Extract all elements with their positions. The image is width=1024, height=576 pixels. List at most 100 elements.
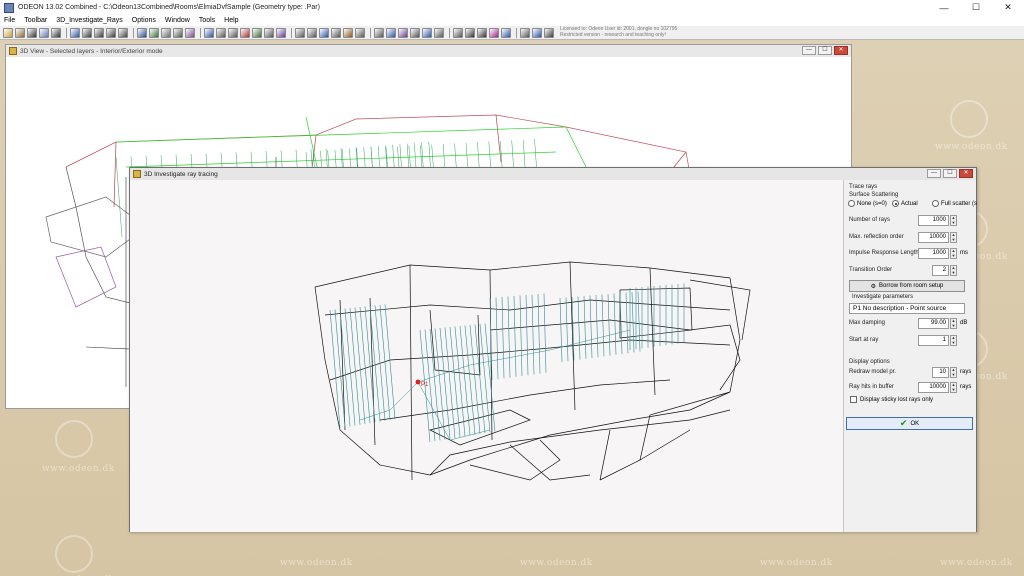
redraw-input[interactable]: 10 <box>932 367 949 378</box>
scatter-full-radio[interactable] <box>932 200 939 207</box>
ray-hits-input[interactable]: 10000 <box>918 382 949 393</box>
source-select[interactable]: P1 No description - Point source <box>849 303 965 314</box>
raytrace-wireframe[interactable]: P1 <box>130 180 843 532</box>
start-ray-spinner[interactable]: ▲ ▼ <box>950 335 957 346</box>
transition-order-spinner[interactable]: ▲ ▼ <box>950 265 957 276</box>
toolbar-button[interactable] <box>434 27 444 38</box>
scatter-actual-option[interactable]: Actual <box>892 200 918 207</box>
minimize-button[interactable]: — <box>928 0 960 15</box>
toolbar-button[interactable] <box>51 27 61 38</box>
toolbar-button[interactable] <box>252 27 262 38</box>
toolbar-button[interactable] <box>264 27 274 38</box>
toolbar-button[interactable] <box>27 27 37 38</box>
max-damping-label: Max damping <box>849 320 886 326</box>
impulse-length-input[interactable]: 1000 <box>918 248 949 259</box>
toolbar-button[interactable] <box>386 27 396 38</box>
scatter-actual-radio[interactable] <box>892 200 899 207</box>
menu-help[interactable]: Help <box>224 17 238 24</box>
toolbar-button[interactable] <box>307 27 317 38</box>
toolbar-button[interactable] <box>374 27 384 38</box>
toolbar-button[interactable] <box>398 27 408 38</box>
toolbar-button[interactable] <box>161 27 171 38</box>
close-button[interactable]: ✕ <box>992 0 1024 15</box>
start-ray-input[interactable]: 1 <box>918 335 949 346</box>
toolbar-button[interactable] <box>70 27 80 38</box>
window-3d-view-titlebar[interactable]: 3D View - Selected layers - Interior/Ext… <box>6 45 851 57</box>
scatter-none-option[interactable]: None (s=0) <box>848 200 887 207</box>
sticky-rays-option[interactable]: Display sticky lost rays only <box>850 396 933 403</box>
toolbar-button[interactable] <box>240 27 250 38</box>
toolbar-button[interactable] <box>319 27 329 38</box>
menu-3d-investigate-rays[interactable]: 3D_Investigate_Rays <box>56 17 123 24</box>
menu-options[interactable]: Options <box>132 17 156 24</box>
toolbar-button[interactable] <box>204 27 214 38</box>
scatter-none-radio[interactable] <box>848 200 855 207</box>
raytrace-minimize-button[interactable]: — <box>927 169 941 178</box>
menu-file[interactable]: File <box>4 17 15 24</box>
reflector-slat-line <box>519 295 523 377</box>
toolbar-button[interactable] <box>149 27 159 38</box>
toolbar-button[interactable] <box>15 27 25 38</box>
toolbar-button[interactable] <box>453 27 463 38</box>
toolbar-button[interactable] <box>343 27 353 38</box>
toolbar-button[interactable] <box>465 27 475 38</box>
toolbar-button[interactable] <box>295 27 305 38</box>
toolbar-button[interactable] <box>106 27 116 38</box>
toolbar-button[interactable] <box>355 27 365 38</box>
max-damping-input[interactable]: 99.00 <box>918 318 949 329</box>
menu-tools[interactable]: Tools <box>199 17 215 24</box>
main-toolbar: Licensed to: Odeon User id: 2001, dongle… <box>0 26 1024 40</box>
view3d-minimize-button[interactable]: — <box>802 46 816 55</box>
toolbar-button[interactable] <box>410 27 420 38</box>
raytrace-canvas[interactable]: P1 <box>130 180 843 532</box>
toolbar-button[interactable] <box>477 27 487 38</box>
toolbar-separator <box>66 27 67 38</box>
raytrace-maximize-button[interactable]: ☐ <box>943 169 957 178</box>
menu-window[interactable]: Window <box>165 17 190 24</box>
toolbar-button[interactable] <box>331 27 341 38</box>
menu-toolbar[interactable]: Toolbar <box>24 17 47 24</box>
toolbar-button[interactable] <box>3 27 13 38</box>
num-rays-input[interactable]: 1000 <box>918 215 949 226</box>
toolbar-button[interactable] <box>228 27 238 38</box>
borrow-from-room-setup-button[interactable]: ⚙ Borrow from room setup <box>849 280 965 292</box>
redraw-spinner[interactable]: ▲ ▼ <box>950 367 957 378</box>
transition-order-input[interactable]: 2 <box>932 265 949 276</box>
reflector-slat-line <box>595 294 599 358</box>
impulse-length-spinner[interactable]: ▲ ▼ <box>950 248 957 259</box>
toolbar-button[interactable] <box>39 27 49 38</box>
odeon-logo-watermark <box>55 535 93 573</box>
toolbar-button[interactable] <box>501 27 511 38</box>
toolbar-button[interactable] <box>82 27 92 38</box>
toolbar-button[interactable] <box>137 27 147 38</box>
max-reflection-spinner[interactable]: ▲ ▼ <box>950 232 957 243</box>
raytrace-close-button[interactable]: ✕ <box>959 169 973 178</box>
num-rays-spinner[interactable]: ▲ ▼ <box>950 215 957 226</box>
max-reflection-input[interactable]: 10000 <box>918 232 949 243</box>
redraw-label: Redraw model pr. <box>849 369 897 375</box>
view3d-maximize-button[interactable]: ☐ <box>818 46 832 55</box>
scatter-full-option[interactable]: Full scatter (s <box>932 200 977 207</box>
window-ray-tracing[interactable]: 3D Investigate ray tracing — ☐ ✕ P1 Trac… <box>129 167 977 532</box>
toolbar-button[interactable] <box>422 27 432 38</box>
max-damping-spinner[interactable]: ▲ ▼ <box>950 318 957 329</box>
toolbar-button[interactable] <box>520 27 530 38</box>
ok-button[interactable]: ✔ OK <box>846 417 973 430</box>
toolbar-button[interactable] <box>173 27 183 38</box>
toolbar-button[interactable] <box>118 27 128 38</box>
window-ray-tracing-titlebar[interactable]: 3D Investigate ray tracing — ☐ ✕ <box>130 168 976 180</box>
toolbar-button[interactable] <box>185 27 195 38</box>
toolbar-button[interactable] <box>276 27 286 38</box>
sticky-rays-checkbox[interactable] <box>850 396 857 403</box>
maximize-button[interactable]: ☐ <box>960 0 992 15</box>
view3d-close-button[interactable]: ✕ <box>834 46 848 55</box>
reflector-slats <box>329 283 685 443</box>
toolbar-button[interactable] <box>544 27 554 38</box>
ray-hits-spinner[interactable]: ▲ ▼ <box>950 382 957 393</box>
toolbar-button[interactable] <box>94 27 104 38</box>
source-select-value: P1 No description - Point source <box>853 305 947 312</box>
toolbar-button[interactable] <box>489 27 499 38</box>
toolbar-button[interactable] <box>216 27 226 38</box>
toolbar-separator <box>291 27 292 38</box>
toolbar-button[interactable] <box>532 27 542 38</box>
